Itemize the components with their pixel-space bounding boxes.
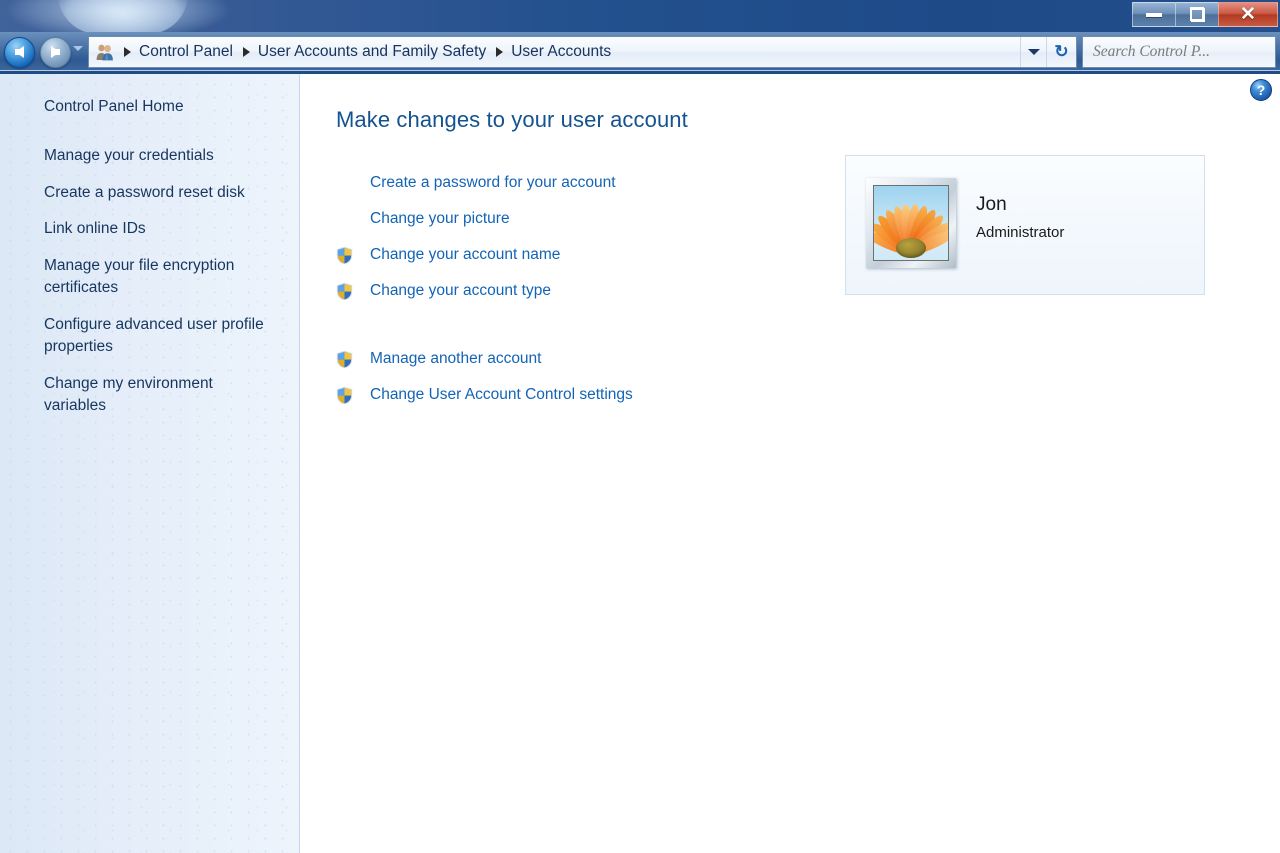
account-picture <box>873 185 949 261</box>
title-bar-glass-highlight <box>58 0 188 32</box>
uac-shield-icon <box>336 282 353 301</box>
flower-center <box>896 238 926 258</box>
task-row: Change your account name <box>336 242 816 268</box>
task-row: Change your account type <box>336 278 816 304</box>
task-list: Create a password for your account Chang… <box>336 170 816 418</box>
close-icon: ✕ <box>1240 5 1256 24</box>
forward-button[interactable] <box>40 37 71 68</box>
forward-arrow-icon <box>51 46 60 58</box>
sidebar-item-control-panel-home[interactable]: Control Panel Home <box>0 96 299 118</box>
close-button[interactable]: ✕ <box>1218 2 1278 27</box>
task-change-your-picture[interactable]: Change your picture <box>370 209 510 229</box>
help-button[interactable]: ? <box>1250 79 1272 101</box>
address-dropdown-button[interactable] <box>1020 37 1046 67</box>
breadcrumb-separator-icon <box>243 47 250 57</box>
account-role: Administrator <box>976 224 1064 241</box>
task-row: Change your picture <box>336 206 816 232</box>
sidebar-item-manage-your-file-encryption-certificates[interactable]: Manage your file encryption certificates <box>0 255 299 300</box>
sidebar-item-link-online-ids[interactable]: Link online IDs <box>0 218 299 240</box>
sidebar: Control Panel Home Manage your credentia… <box>0 74 300 853</box>
search-box[interactable] <box>1082 36 1276 68</box>
content-area: Control Panel Home Manage your credentia… <box>0 74 1280 853</box>
main-panel: ? Make changes to your user account Crea… <box>301 74 1280 853</box>
search-input[interactable] <box>1091 42 1280 62</box>
sidebar-item-change-my-environment-variables[interactable]: Change my environment variables <box>0 373 299 418</box>
restore-icon <box>1190 8 1205 21</box>
back-button[interactable] <box>4 37 35 68</box>
page-title: Make changes to your user account <box>336 107 688 133</box>
task-row: Manage another account <box>336 346 816 372</box>
breadcrumb: Control Panel User Accounts and Family S… <box>117 43 1020 61</box>
breadcrumb-item-control-panel[interactable]: Control Panel <box>136 43 236 61</box>
breadcrumb-separator-icon <box>496 47 503 57</box>
sidebar-item-create-a-password-reset-disk[interactable]: Create a password reset disk <box>0 182 299 204</box>
user-accounts-icon <box>95 43 115 61</box>
nav-arrow-group <box>4 36 80 68</box>
task-create-a-password-for-your-account[interactable]: Create a password for your account <box>370 173 616 193</box>
uac-shield-icon <box>336 246 353 265</box>
address-bar[interactable]: Control Panel User Accounts and Family S… <box>88 36 1077 68</box>
task-change-your-account-name[interactable]: Change your account name <box>370 245 560 265</box>
minimize-button[interactable] <box>1132 2 1176 27</box>
uac-shield-icon <box>336 350 353 369</box>
back-arrow-icon <box>15 46 24 58</box>
sidebar-item-configure-advanced-user-profile-properties[interactable]: Configure advanced user profile properti… <box>0 314 299 359</box>
maximize-restore-button[interactable] <box>1175 2 1219 27</box>
account-name: Jon <box>976 194 1007 216</box>
task-manage-another-account[interactable]: Manage another account <box>370 349 541 369</box>
uac-shield-icon <box>336 386 353 405</box>
task-row: Create a password for your account <box>336 170 816 196</box>
minimize-icon <box>1146 13 1162 17</box>
task-change-your-account-type[interactable]: Change your account type <box>370 281 551 301</box>
account-picture-frame[interactable] <box>866 178 956 268</box>
recent-pages-chevron-icon[interactable] <box>73 46 83 51</box>
account-summary-card: Jon Administrator <box>845 155 1205 295</box>
window-controls: ✕ <box>1133 2 1278 28</box>
task-row: Change User Account Control settings <box>336 382 816 408</box>
breadcrumb-item-user-accounts-and-family-safety[interactable]: User Accounts and Family Safety <box>255 43 489 61</box>
refresh-button[interactable]: ↻ <box>1046 37 1076 67</box>
window-title-bar[interactable]: ✕ <box>0 0 1280 32</box>
task-change-user-account-control-settings[interactable]: Change User Account Control settings <box>370 385 633 405</box>
breadcrumb-item-user-accounts[interactable]: User Accounts <box>508 43 614 61</box>
sidebar-item-manage-your-credentials[interactable]: Manage your credentials <box>0 145 299 167</box>
breadcrumb-separator-icon <box>124 47 131 57</box>
